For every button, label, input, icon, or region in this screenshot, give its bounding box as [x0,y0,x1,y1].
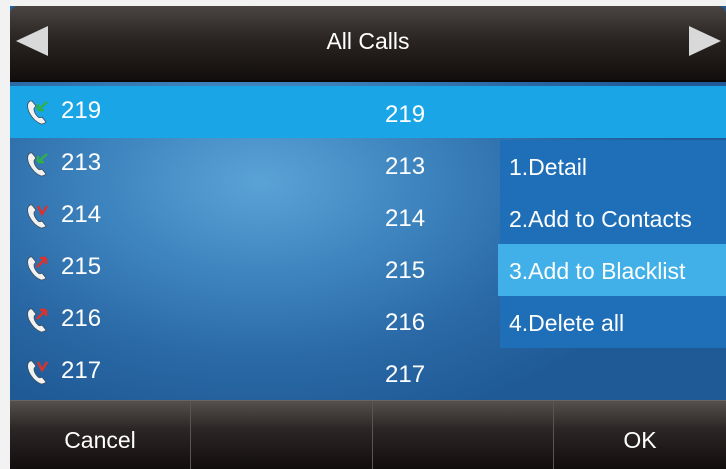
menu-item-add-to-contacts[interactable]: 2.Add to Contacts [500,192,726,244]
options-menu: 1.Detail 2.Add to Contacts 3.Add to Blac… [498,140,726,348]
call-name: 219 [61,97,102,124]
call-number: 213 [385,153,426,180]
menu-item-label: 1.Detail [509,154,587,180]
cancel-button[interactable]: Cancel [10,401,191,469]
call-row[interactable]: 219 219 [10,86,726,138]
dialed-call-icon [27,308,48,333]
phone-screen: All Calls 219 219 213 213 214 214 215 21… [10,6,726,469]
missed-call-icon [27,360,49,385]
missed-call-icon [27,204,49,229]
call-row[interactable]: 217 217 [10,346,726,398]
call-name: 216 [61,305,102,332]
page-title: All Calls [326,28,410,54]
call-name: 214 [61,201,102,228]
softkey-label: OK [623,427,657,453]
dialed-call-icon [27,256,48,281]
menu-item-delete-all[interactable]: 4.Delete all [500,296,726,348]
softkey-2[interactable] [191,401,373,469]
softkey-3[interactable] [373,401,554,469]
arrow-right-icon[interactable] [689,26,721,56]
call-number: 215 [385,257,426,284]
menu-item-label: 3.Add to Blacklist [509,258,686,284]
call-number: 214 [385,205,426,232]
call-name: 215 [61,253,102,280]
menu-item-add-to-blacklist[interactable]: 3.Add to Blacklist [498,244,726,296]
call-name: 213 [61,149,102,176]
call-number: 217 [385,361,426,388]
received-call-icon [27,100,48,125]
menu-item-label: 2.Add to Contacts [509,206,692,232]
title-bar: All Calls [10,6,726,82]
softkey-label: Cancel [64,427,136,453]
ok-button[interactable]: OK [554,401,726,469]
menu-item-detail[interactable]: 1.Detail [500,140,726,192]
call-number: 219 [385,101,426,128]
menu-item-label: 4.Delete all [509,310,625,336]
received-call-icon [27,152,48,177]
call-name: 217 [61,357,102,384]
call-number: 216 [385,309,426,336]
softkey-bar: Cancel OK [10,400,726,469]
